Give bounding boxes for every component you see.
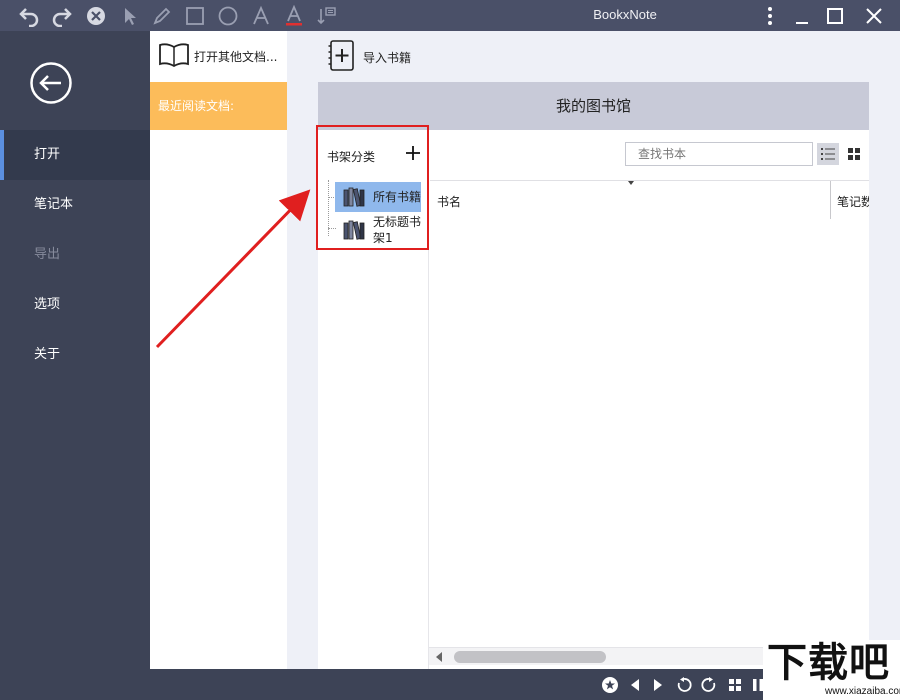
sort-indicator-icon <box>628 181 634 185</box>
title-bar: BookxNote <box>0 0 900 31</box>
import-book-icon <box>328 39 356 76</box>
list-view-icon[interactable] <box>817 143 839 165</box>
import-books-button[interactable]: 导入书籍 <box>328 39 428 73</box>
nav-item-open[interactable]: 打开 <box>0 130 150 180</box>
library-title: 我的图书馆 <box>318 82 869 130</box>
pen-icon[interactable] <box>151 5 173 27</box>
clear-icon[interactable] <box>85 5 107 27</box>
redo-icon[interactable] <box>51 5 73 27</box>
rotate-left-icon[interactable] <box>674 675 694 695</box>
scroll-left-icon[interactable] <box>436 652 442 662</box>
recent-documents-panel: 打开其他文档... 最近阅读文档: <box>150 31 287 669</box>
grid-view-icon[interactable] <box>843 143 865 165</box>
open-other-document-button[interactable]: 打开其他文档... <box>150 31 287 81</box>
watermark-text: 下载吧 <box>767 640 890 686</box>
insert-note-icon[interactable] <box>316 5 338 27</box>
highlight-box <box>316 125 429 250</box>
import-books-label: 导入书籍 <box>363 51 412 65</box>
open-other-document-label: 打开其他文档... <box>194 50 278 64</box>
circle-icon[interactable] <box>217 5 239 27</box>
nav-item-options[interactable]: 选项 <box>0 280 150 330</box>
pointer-icon[interactable] <box>119 5 141 27</box>
undo-icon[interactable] <box>18 5 40 27</box>
column-header-note-count[interactable]: 笔记数 <box>837 193 869 210</box>
recent-documents-header: 最近阅读文档: <box>150 82 287 130</box>
scrollbar-thumb[interactable] <box>454 651 606 663</box>
app-title: BookxNote <box>593 7 657 22</box>
rotate-right-icon[interactable] <box>699 675 719 695</box>
search-book-input[interactable] <box>625 142 813 166</box>
nav-item-export[interactable]: 导出 <box>0 230 150 280</box>
maximize-icon[interactable] <box>823 4 847 28</box>
next-icon[interactable] <box>648 675 668 695</box>
text-color-icon[interactable] <box>283 5 305 27</box>
left-navigation: 打开 笔记本 导出 选项 关于 <box>0 31 150 700</box>
previous-icon[interactable] <box>625 675 645 695</box>
more-menu-icon[interactable] <box>758 4 782 28</box>
open-book-icon <box>158 42 190 71</box>
book-table-header: 书名 笔记数 <box>430 180 869 220</box>
star-icon[interactable] <box>600 675 620 695</box>
minimize-icon[interactable] <box>790 4 814 28</box>
site-watermark-logo: 下载吧 www.xiazaiba.com <box>763 640 900 700</box>
back-arrow-icon[interactable] <box>29 61 73 105</box>
grid-layout-icon[interactable] <box>725 675 745 695</box>
nav-item-about[interactable]: 关于 <box>0 330 150 380</box>
nav-item-notebook[interactable]: 笔记本 <box>0 180 150 230</box>
rectangle-icon[interactable] <box>184 5 206 27</box>
column-header-title[interactable]: 书名 <box>437 193 461 210</box>
watermark-url: www.xiazaiba.com <box>825 686 900 697</box>
close-icon[interactable] <box>862 4 886 28</box>
text-icon[interactable] <box>250 5 272 27</box>
column-divider[interactable] <box>830 181 831 219</box>
